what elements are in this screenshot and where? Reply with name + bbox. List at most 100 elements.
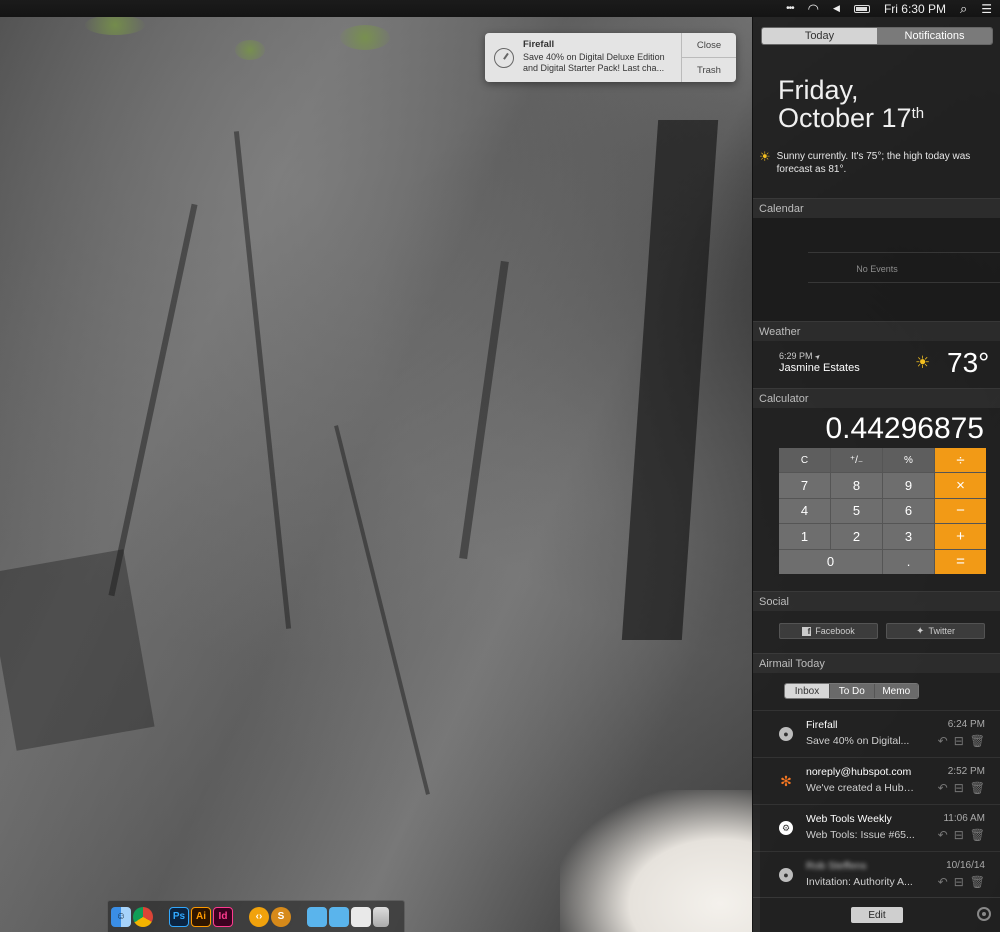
indesign-icon[interactable]: Id bbox=[213, 906, 233, 927]
mail-actions: ↶ ⊟ 🗑 bbox=[938, 875, 985, 889]
sublime-icon[interactable]: S bbox=[271, 906, 291, 927]
code-editor-icon[interactable]: ‹› bbox=[249, 906, 269, 927]
trash-icon[interactable]: 🗑 bbox=[970, 781, 985, 795]
gear-icon[interactable] bbox=[977, 907, 991, 921]
banner-buttons: Close Trash bbox=[681, 33, 736, 82]
banner-title: Firefall bbox=[523, 39, 555, 50]
calc-key-7[interactable]: 7 bbox=[779, 473, 830, 498]
banner-content[interactable]: Firefall Save 40% on Digital Deluxe Edit… bbox=[523, 33, 681, 82]
calc-key-decimal[interactable]: . bbox=[883, 549, 934, 574]
calendar-section-title[interactable]: Calendar bbox=[753, 198, 1000, 218]
reply-icon[interactable]: ↶ bbox=[938, 875, 948, 889]
calc-key-equals[interactable]: = bbox=[935, 549, 986, 574]
menubar-clock[interactable]: Fri 6:30 PM bbox=[884, 2, 946, 16]
clock-icon bbox=[494, 47, 514, 68]
mail-actions: ↶ ⊟ 🗑 bbox=[938, 734, 985, 748]
facebook-button[interactable]: f Facebook bbox=[779, 623, 878, 639]
calculator-display: 0.44296875 bbox=[825, 412, 985, 445]
mail-stamp-icon[interactable] bbox=[351, 906, 371, 927]
finder-icon[interactable]: ☺ bbox=[111, 906, 131, 927]
more-menu-extra-icon[interactable]: ••• bbox=[786, 3, 794, 14]
mail-list-item[interactable]: ⚙ Web Tools Weekly Web Tools: Issue #65.… bbox=[753, 804, 1000, 851]
tab-notifications[interactable]: Notifications bbox=[877, 28, 992, 44]
sun-icon: ☀ bbox=[915, 353, 931, 372]
date-ordinal: th bbox=[911, 105, 925, 122]
calc-key-0[interactable]: 0 bbox=[779, 549, 882, 574]
volume-icon[interactable]: ◀ bbox=[833, 3, 840, 14]
archive-icon[interactable]: ⊟ bbox=[954, 828, 964, 842]
edit-widgets-button[interactable]: Edit bbox=[851, 907, 903, 923]
calendar-divider bbox=[808, 252, 1000, 253]
tab-today[interactable]: Today bbox=[762, 28, 877, 44]
calc-key-subtract[interactable]: − bbox=[935, 498, 986, 524]
archive-icon[interactable]: ⊟ bbox=[954, 734, 964, 748]
weather-summary-text: Sunny currently. It's 75°; the high toda… bbox=[776, 151, 971, 175]
calc-key-2[interactable]: 2 bbox=[831, 524, 882, 549]
mail-sender: noreply@hubspot.com bbox=[806, 766, 912, 778]
wifi-icon[interactable]: ◠ bbox=[808, 1, 819, 17]
airmail-tab-memo[interactable]: Memo bbox=[873, 684, 918, 698]
banner-line: and Digital Starter Pack! Last cha... bbox=[523, 63, 665, 73]
date-weekday: Friday, bbox=[778, 75, 859, 105]
reply-icon[interactable]: ↶ bbox=[938, 734, 948, 748]
battery-icon[interactable] bbox=[853, 4, 870, 13]
archive-icon[interactable]: ⊟ bbox=[954, 781, 964, 795]
calc-key-multiply[interactable]: × bbox=[935, 473, 986, 498]
banner-line: Save 40% on Digital Deluxe Edition bbox=[523, 52, 665, 62]
calc-key-add[interactable]: + bbox=[935, 524, 986, 549]
rock-shadow bbox=[0, 549, 155, 751]
mail-time: 10/16/14 bbox=[946, 860, 985, 871]
calc-key-6[interactable]: 6 bbox=[883, 498, 934, 524]
twitter-button[interactable]: ✦ Twitter bbox=[886, 623, 985, 639]
calculator-section-title[interactable]: Calculator bbox=[753, 388, 1000, 408]
trash-icon[interactable]: 🗑 bbox=[970, 734, 985, 748]
chrome-icon[interactable] bbox=[133, 906, 153, 927]
illustrator-icon[interactable]: Ai bbox=[191, 906, 211, 927]
archive-icon[interactable]: ⊟ bbox=[954, 875, 964, 889]
calc-key-divide[interactable]: ÷ bbox=[935, 448, 986, 473]
trash-icon[interactable]: 🗑 bbox=[970, 875, 985, 889]
airmail-tab-todo[interactable]: To Do bbox=[829, 684, 874, 698]
reply-icon[interactable]: ↶ bbox=[938, 828, 948, 842]
banner-close-button[interactable]: Close bbox=[682, 33, 736, 58]
calc-key-4[interactable]: 4 bbox=[779, 498, 830, 524]
calc-key-1[interactable]: 1 bbox=[779, 524, 830, 549]
weather-section-title[interactable]: Weather bbox=[753, 321, 1000, 341]
trash-icon[interactable] bbox=[373, 906, 389, 927]
notification-banner[interactable]: Firefall Save 40% on Digital Deluxe Edit… bbox=[485, 33, 736, 82]
calc-key-3[interactable]: 3 bbox=[883, 524, 934, 549]
sun-icon: ☀ bbox=[759, 149, 771, 164]
mail-time: 2:52 PM bbox=[947, 766, 985, 777]
mail-list-item[interactable]: ● Firefall Save 40% on Digital... 6:24 P… bbox=[753, 710, 1000, 757]
mail-list-item[interactable]: ✻ noreply@hubspot.com We've created a Hu… bbox=[753, 757, 1000, 804]
app-icon bbox=[485, 33, 523, 82]
calc-key-8[interactable]: 8 bbox=[831, 473, 882, 498]
applications-folder-icon[interactable] bbox=[307, 906, 327, 927]
calc-key-percent[interactable]: % bbox=[883, 448, 934, 473]
calc-key-sign[interactable]: ⁺/₋ bbox=[831, 448, 882, 473]
airmail-section-title[interactable]: Airmail Today bbox=[753, 653, 1000, 673]
airmail-tab-inbox[interactable]: Inbox bbox=[785, 684, 829, 698]
banner-trash-button[interactable]: Trash bbox=[682, 58, 736, 82]
twitter-icon: ✦ bbox=[916, 625, 925, 637]
reply-icon[interactable]: ↶ bbox=[938, 781, 948, 795]
airmail-tab-switcher: Inbox To Do Memo bbox=[784, 683, 919, 699]
mail-preview: We've created a HubS... bbox=[806, 782, 918, 794]
date-day: October 17th bbox=[778, 103, 924, 134]
trash-icon[interactable]: 🗑 bbox=[970, 828, 985, 842]
spotlight-search-icon[interactable]: ⌕ bbox=[960, 1, 967, 17]
mail-preview: Invitation: Authority A... bbox=[806, 876, 913, 888]
calc-key-clear[interactable]: C bbox=[779, 448, 830, 473]
calc-key-5[interactable]: 5 bbox=[831, 498, 882, 524]
notification-center-icon[interactable]: ☰ bbox=[981, 2, 992, 16]
social-section-title[interactable]: Social bbox=[753, 591, 1000, 611]
calc-key-9[interactable]: 9 bbox=[883, 473, 934, 498]
mail-sender: Web Tools Weekly bbox=[806, 813, 892, 825]
photoshop-icon[interactable]: Ps bbox=[169, 906, 189, 927]
mail-list-item[interactable]: ● Rob Steffens Invitation: Authority A..… bbox=[753, 851, 1000, 898]
hubspot-avatar-icon: ✻ bbox=[780, 772, 792, 789]
documents-folder-icon[interactable] bbox=[329, 906, 349, 927]
mail-sender: Rob Steffens bbox=[806, 860, 867, 872]
weather-time: 6:29 PM ➤ bbox=[779, 351, 823, 362]
sea-foam bbox=[560, 790, 760, 932]
